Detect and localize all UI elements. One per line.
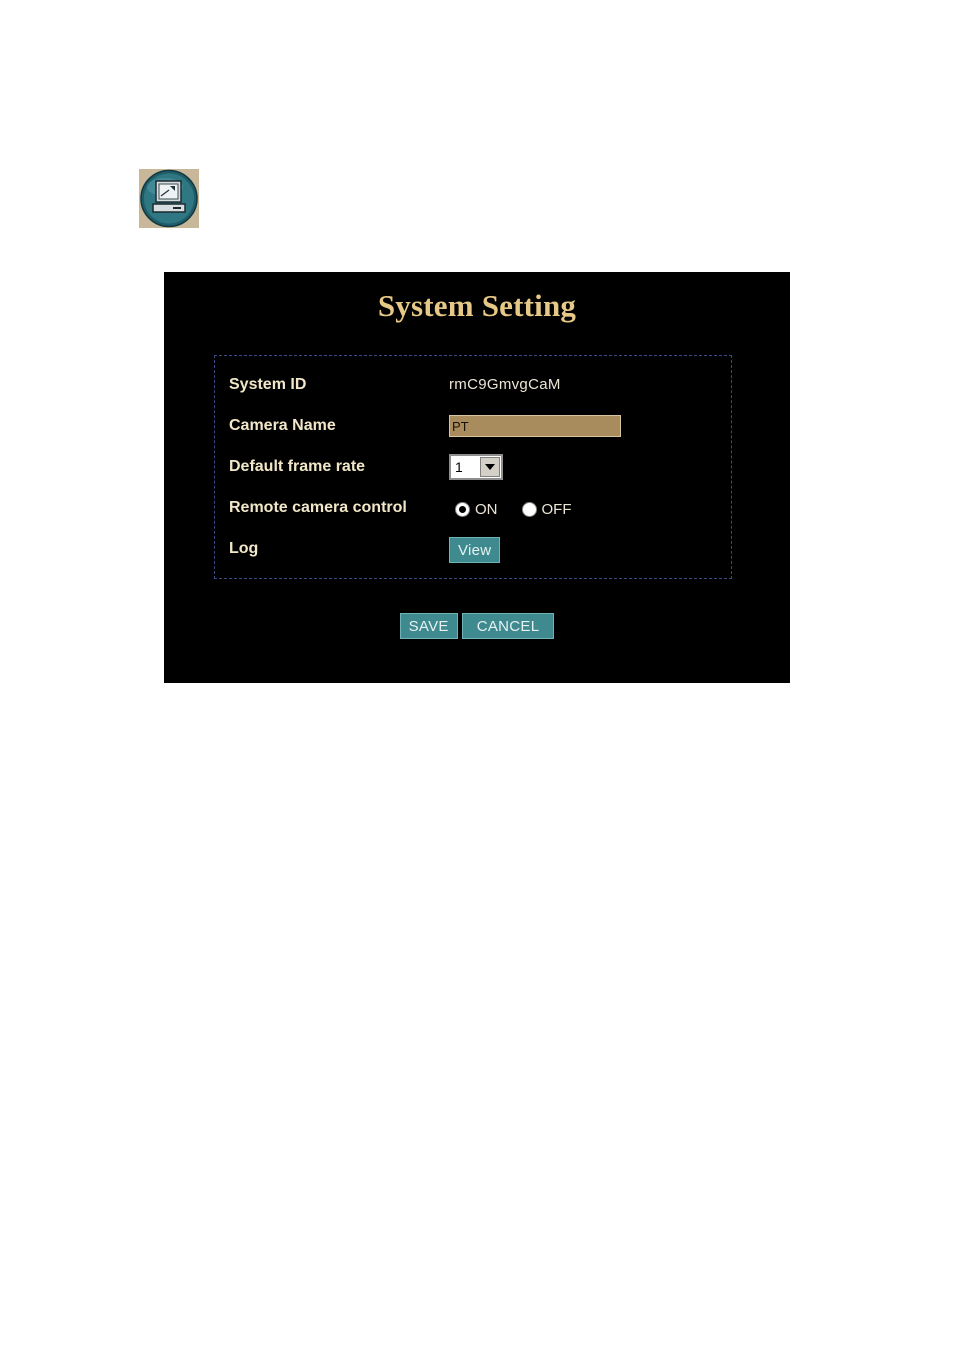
remote-control-on-label: ON: [475, 501, 498, 518]
remote-control-off-radio[interactable]: OFF: [521, 501, 572, 518]
page-title: System Setting: [377, 288, 577, 323]
camera-name-label: Camera Name: [229, 417, 336, 434]
chevron-down-icon[interactable]: [480, 457, 500, 477]
view-log-button[interactable]: View: [449, 537, 501, 563]
default-frame-rate-label: Default frame rate: [229, 458, 366, 475]
radio-unchecked-icon[interactable]: [521, 502, 537, 517]
camera-name-input[interactable]: [449, 415, 621, 437]
system-id-value: rmC9GmvgCaM: [449, 376, 561, 393]
save-button[interactable]: SAVE: [399, 613, 458, 639]
remote-control-on-radio[interactable]: ON: [455, 501, 498, 518]
form-actions: SAVE CANCEL: [164, 613, 790, 639]
frame-rate-selected-value: 1: [455, 459, 463, 475]
frame-rate-select[interactable]: 1: [449, 454, 503, 480]
radio-checked-icon[interactable]: [455, 502, 470, 517]
computer-monitor-icon: [139, 169, 199, 228]
log-label: Log: [229, 540, 259, 557]
remote-control-off-label: OFF: [541, 501, 572, 518]
cancel-button[interactable]: CANCEL: [461, 613, 555, 639]
system-setting-panel: System Setting System ID rmC9GmvgCaM Cam…: [164, 272, 790, 683]
system-id-label: System ID: [229, 376, 307, 393]
settings-box: System ID rmC9GmvgCaM Camera Name Defaul…: [214, 355, 732, 579]
remote-camera-control-label: Remote camera control: [229, 499, 407, 516]
